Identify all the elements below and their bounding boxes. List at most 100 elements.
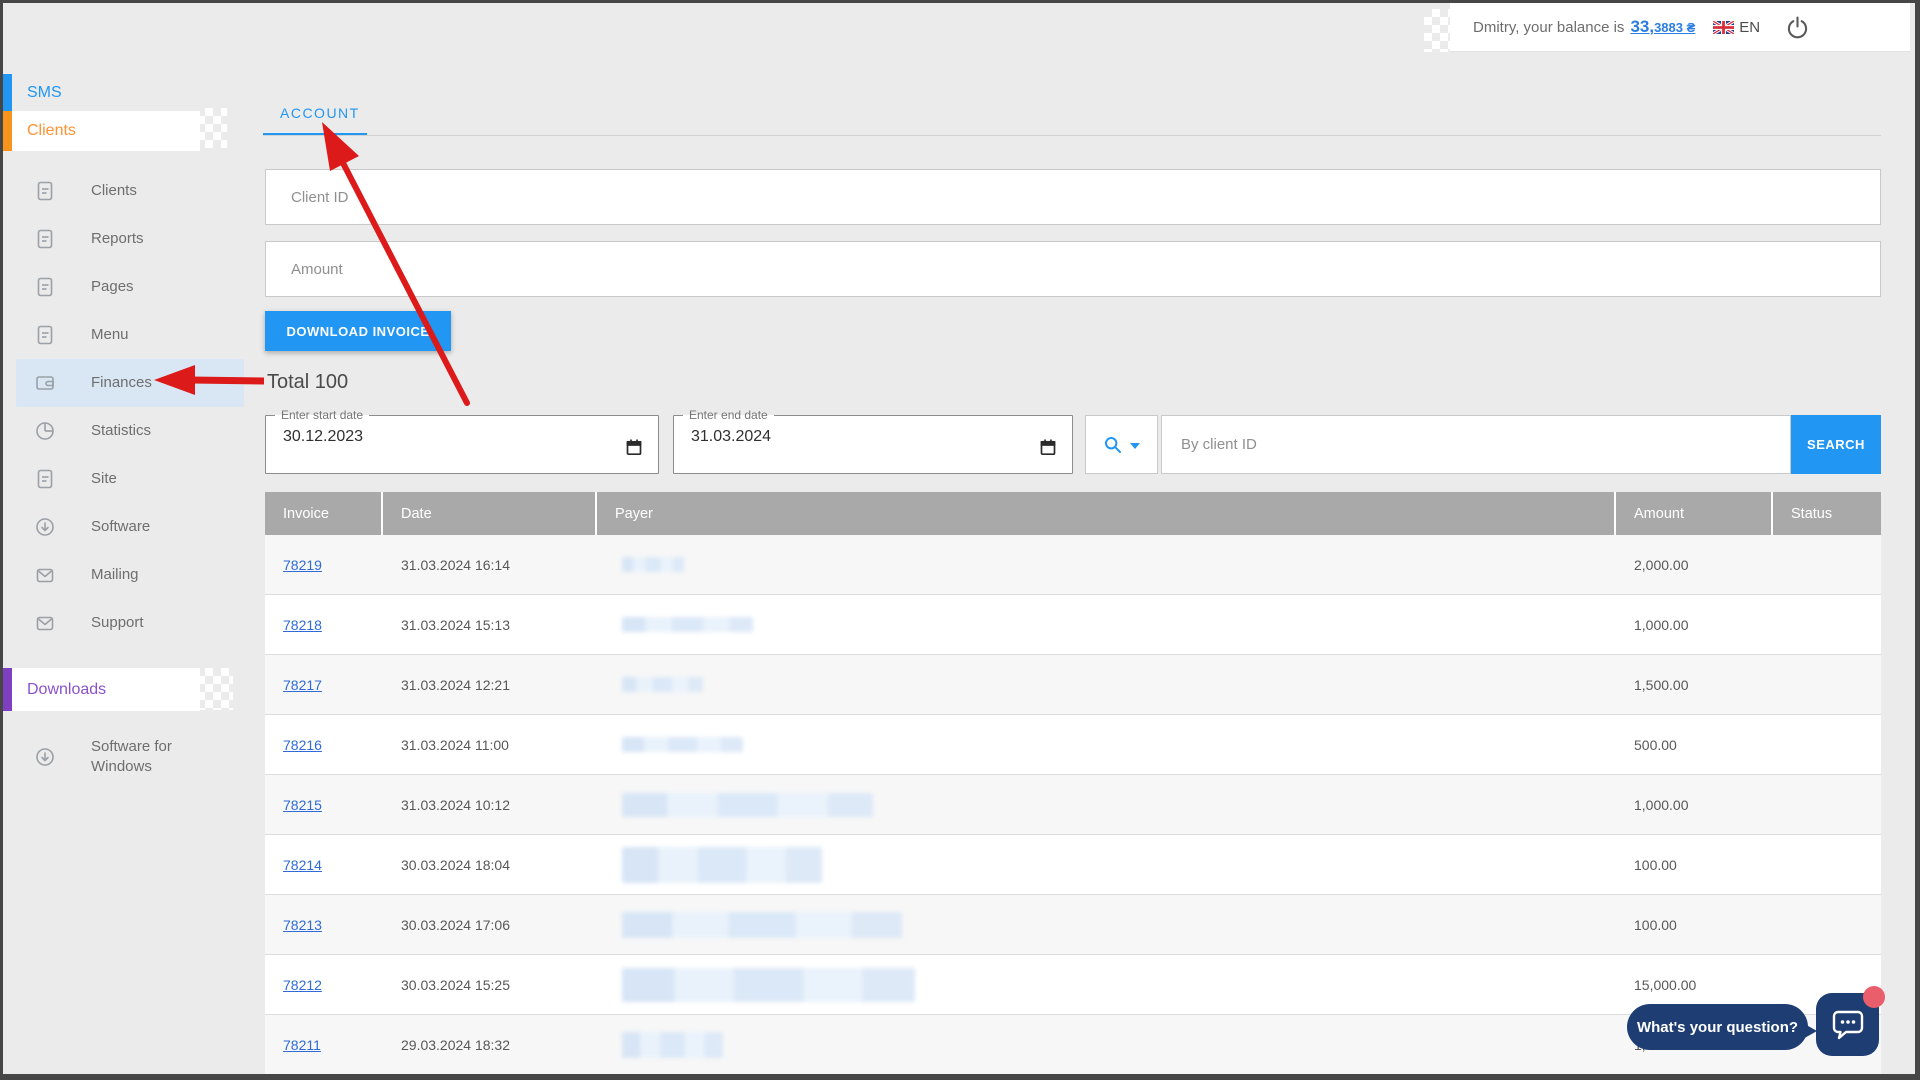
sidebar-item-menu[interactable]: Menu [16, 311, 244, 359]
sidebar-item-label: Finances [91, 373, 152, 391]
language-switcher[interactable]: EN [1713, 19, 1760, 36]
document-icon [34, 180, 56, 202]
invoice-link[interactable]: 78216 [283, 737, 322, 753]
balance-fraction: 3883 ₴ [1654, 20, 1696, 35]
balance-link[interactable]: 33,3883 ₴ [1630, 17, 1695, 37]
checker-decoration [197, 668, 233, 710]
section-indicator [3, 668, 12, 711]
payer-redacted [622, 911, 902, 938]
sidebar-item-software[interactable]: Software [16, 503, 244, 551]
sidebar-item-label: Clients [91, 181, 137, 199]
invoice-link[interactable]: 78212 [283, 977, 322, 993]
invoice-link[interactable]: 78214 [283, 857, 322, 873]
search-button[interactable]: SEARCH [1791, 415, 1881, 474]
chat-icon [1832, 1010, 1863, 1039]
invoice-link[interactable]: 78219 [283, 557, 322, 573]
sidebar-downloads-items: Software for Windows [16, 733, 244, 781]
document-icon [34, 324, 56, 346]
sidebar-item-label: Software [91, 517, 151, 535]
invoice-date: 29.03.2024 18:32 [401, 1036, 510, 1053]
invoice-amount: 100.00 [1634, 856, 1677, 873]
invoice-date: 31.03.2024 16:14 [401, 556, 510, 573]
calendar-icon[interactable] [625, 438, 643, 462]
invoice-table-body: 78219 31.03.2024 16:14 2,000.00 78218 31.03.… [265, 535, 1881, 1074]
table-row: 78213 30.03.2024 17:06 100.00 [265, 895, 1881, 955]
tab-divider [263, 135, 1881, 136]
logout-button[interactable] [1786, 15, 1809, 39]
col-header-date: Date [383, 492, 597, 535]
table-row: 78215 31.03.2024 10:12 1,000.00 [265, 775, 1881, 835]
sidebar-section-sms[interactable]: SMS [3, 74, 243, 111]
invoice-link[interactable]: 78211 [283, 1037, 321, 1053]
invoice-amount: 1,500.00 [1634, 676, 1689, 693]
envelope-icon [34, 564, 56, 586]
sidebar-item-site[interactable]: Site [16, 455, 244, 503]
sidebar-item-label: Mailing [91, 565, 139, 583]
invoice-date: 31.03.2024 12:21 [401, 676, 510, 693]
invoice-amount: 100.00 [1634, 916, 1677, 933]
sidebar-item-label: Pages [91, 277, 134, 295]
end-date-field[interactable]: Enter end date 31.03.2024 [673, 408, 1073, 474]
tab-account[interactable]: ACCOUNT [280, 105, 360, 121]
sidebar-item-support[interactable]: Support [16, 599, 244, 647]
start-date-value: 30.12.2023 [283, 428, 364, 445]
chevron-down-icon [1130, 442, 1140, 449]
chat-prompt-bubble[interactable]: What's your question? [1627, 1004, 1808, 1050]
sidebar-item-finances[interactable]: Finances [16, 359, 244, 407]
sidebar-item-mailing[interactable]: Mailing [16, 551, 244, 599]
sidebar-item-pages[interactable]: Pages [16, 263, 244, 311]
sidebar-clients-items: Clients Reports Pages Menu Finances Statistic… [16, 167, 244, 647]
col-header-invoice: Invoice [265, 492, 383, 535]
client-id-input[interactable] [265, 169, 1881, 225]
invoice-link[interactable]: 78218 [283, 617, 322, 633]
sidebar-item-software-for-windows[interactable]: Software for Windows [16, 733, 244, 781]
invoice-link[interactable]: 78215 [283, 797, 322, 813]
app-window: Dmitry, your balance is 33,3883 ₴ EN SMS… [0, 0, 1920, 1080]
sidebar-item-statistics[interactable]: Statistics [16, 407, 244, 455]
download-icon [34, 516, 56, 538]
invoice-date: 31.03.2024 11:00 [401, 736, 509, 753]
sidebar-section-clients[interactable]: Clients [3, 111, 200, 151]
payer-redacted [622, 617, 753, 632]
search-type-dropdown[interactable] [1085, 415, 1158, 474]
power-icon [1787, 16, 1808, 39]
payer-redacted [622, 792, 873, 817]
payer-redacted [622, 1031, 723, 1058]
sidebar-item-label: Reports [91, 229, 144, 247]
end-date-label: Enter end date [689, 408, 768, 422]
chat-notification-dot [1863, 986, 1885, 1008]
start-date-field[interactable]: Enter start date 30.12.2023 [265, 408, 659, 474]
calendar-icon[interactable] [1039, 438, 1057, 462]
sidebar-section-downloads[interactable]: Downloads [3, 668, 200, 711]
invoices-table: Invoice Date Payer Amount Status 78219 31… [265, 492, 1881, 1074]
document-icon [34, 276, 56, 298]
document-icon [34, 228, 56, 250]
document-icon [34, 468, 56, 490]
search-input[interactable] [1161, 415, 1791, 474]
invoice-link[interactable]: 78217 [283, 677, 322, 693]
sidebar-item-clients[interactable]: Clients [16, 167, 244, 215]
invoice-link[interactable]: 78213 [283, 917, 322, 933]
invoice-date: 30.03.2024 18:04 [401, 856, 510, 873]
total-count-label: Total 100 [267, 371, 349, 393]
sidebar-item-label: Statistics [91, 421, 152, 439]
balance-text: Dmitry, your balance is [1473, 18, 1625, 36]
sidebar-item-reports[interactable]: Reports [16, 215, 244, 263]
download-invoice-button[interactable]: DOWNLOAD INVOICE [265, 311, 451, 351]
invoice-date: 30.03.2024 17:06 [401, 916, 510, 933]
sidebar-section-label: Downloads [27, 680, 107, 698]
sidebar-section-label: SMS [27, 83, 62, 101]
table-row: 78217 31.03.2024 12:21 1,500.00 [265, 655, 1881, 715]
end-date-value: 31.03.2024 [691, 428, 772, 445]
col-header-status: Status [1791, 505, 1833, 522]
invoice-amount: 2,000.00 [1634, 556, 1689, 573]
topbar: Dmitry, your balance is 33,3883 ₴ EN [1450, 3, 1910, 52]
sidebar-item-label: Support [91, 613, 144, 631]
start-date-label: Enter start date [281, 408, 364, 422]
invoice-date: 31.03.2024 15:13 [401, 616, 510, 633]
pie-chart-icon [34, 420, 56, 442]
invoice-amount: 1,000.00 [1634, 616, 1689, 633]
amount-input[interactable] [265, 241, 1881, 297]
invoice-amount: 1,000.00 [1634, 796, 1689, 813]
table-row: 78214 30.03.2024 18:04 100.00 [265, 835, 1881, 895]
